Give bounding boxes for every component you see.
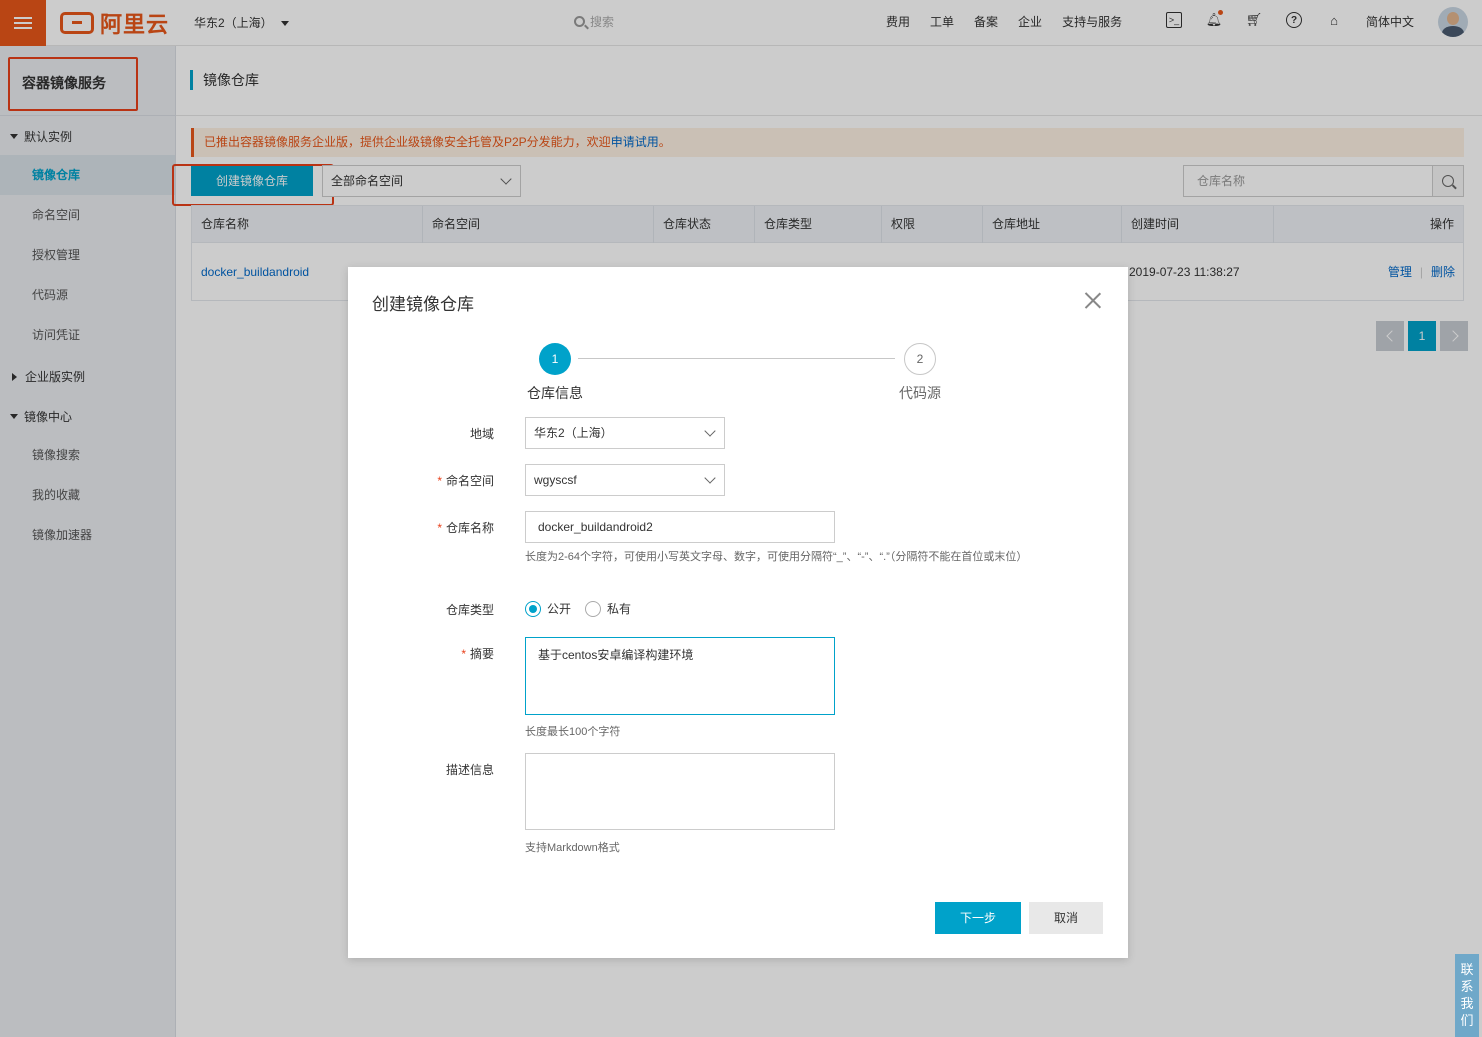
- close-icon[interactable]: [1084, 291, 1102, 309]
- create-repo-dialog: 创建镜像仓库 1 2 仓库信息 代码源 地域 华东2（上海） * 命名空间 wgy…: [348, 267, 1128, 958]
- description-hint: 支持Markdown格式: [525, 842, 620, 854]
- repo-type-label-text: 仓库类型: [445, 603, 494, 617]
- step-1-label: 仓库信息: [527, 385, 583, 401]
- namespace-label-text: 命名空间: [445, 474, 494, 488]
- next-step-button[interactable]: 下一步: [935, 902, 1021, 934]
- step-2-label: 代码源: [899, 385, 941, 401]
- summary-hint: 长度最长100个字符: [525, 726, 621, 738]
- region-label: 地域: [348, 425, 494, 442]
- contact-us-tab[interactable]: 联系我们: [1455, 954, 1479, 1037]
- namespace-select[interactable]: wgyscsf: [525, 464, 725, 496]
- required-mark: *: [437, 521, 442, 535]
- chevron-down-icon: [704, 472, 716, 484]
- chevron-down-icon: [704, 425, 716, 437]
- radio-public[interactable]: [525, 600, 541, 617]
- summary-textarea[interactable]: 基于centos安卓编译构建环境: [525, 637, 835, 715]
- repo-type-radio-group: 公开 私有: [525, 600, 645, 617]
- repo-name-label-text: 仓库名称: [445, 521, 494, 535]
- radio-private-label[interactable]: 私有: [607, 600, 631, 617]
- region-label-text: 地域: [469, 427, 494, 441]
- required-mark: *: [437, 474, 442, 488]
- cancel-button[interactable]: 取消: [1029, 902, 1103, 934]
- step-connector: [578, 358, 895, 359]
- radio-private[interactable]: [585, 600, 602, 617]
- region-select-value: 华东2（上海）: [534, 426, 613, 440]
- repo-type-label: 仓库类型: [348, 601, 494, 618]
- step-1-indicator: 1: [539, 343, 571, 375]
- step-2-indicator: 2: [904, 343, 936, 375]
- repo-name-input[interactable]: docker_buildandroid2: [525, 511, 835, 543]
- summary-label-text: 摘要: [469, 647, 494, 661]
- description-label: 描述信息: [348, 761, 494, 778]
- namespace-select-value: wgyscsf: [534, 473, 577, 487]
- description-textarea[interactable]: [525, 753, 835, 830]
- description-label-text: 描述信息: [445, 763, 494, 777]
- radio-public-label[interactable]: 公开: [547, 600, 571, 617]
- repo-name-hint: 长度为2-64个字符，可使用小写英文字母、数字，可使用分隔符“_”、“-”、“.…: [525, 551, 1028, 563]
- namespace-label: * 命名空间: [348, 472, 494, 489]
- required-mark: *: [461, 647, 466, 661]
- dialog-title: 创建镜像仓库: [372, 295, 474, 314]
- summary-label: * 摘要: [348, 645, 494, 662]
- region-select[interactable]: 华东2（上海）: [525, 417, 725, 449]
- repo-name-label: * 仓库名称: [348, 519, 494, 536]
